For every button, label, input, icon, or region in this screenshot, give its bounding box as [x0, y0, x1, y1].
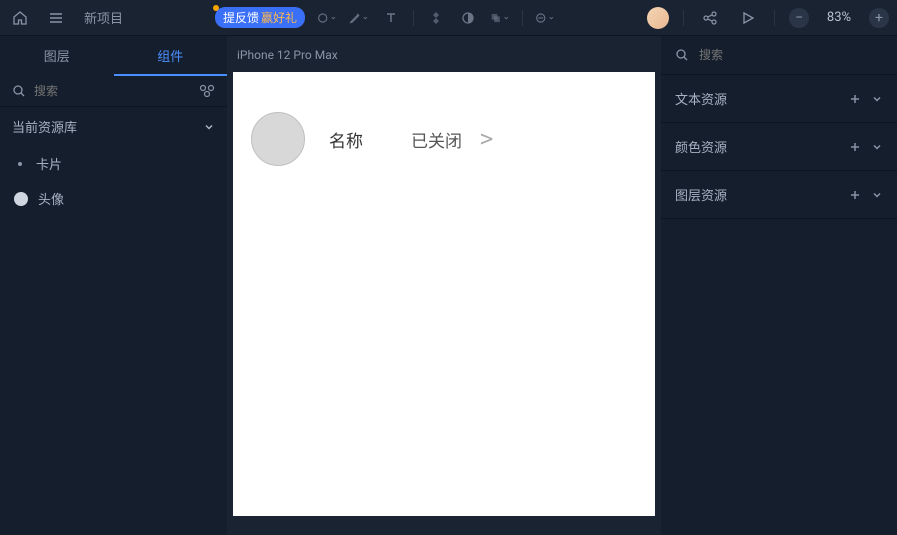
- bullet-icon: [18, 162, 22, 166]
- feedback-text: 提反馈: [223, 9, 259, 26]
- main-content: 图层 组件 当前资源库 卡片 头像 iPhone 12 Pro Max: [0, 36, 897, 535]
- chevron-down-icon[interactable]: [871, 189, 883, 201]
- shape-tool-icon[interactable]: [317, 8, 337, 28]
- feedback-gift: 赢好礼: [261, 9, 297, 26]
- resource-actions: [849, 141, 883, 153]
- canvas-device-label[interactable]: iPhone 12 Pro Max: [233, 44, 655, 72]
- tab-components[interactable]: 组件: [114, 36, 228, 76]
- tab-layers[interactable]: 图层: [0, 36, 114, 76]
- play-icon[interactable]: [736, 6, 760, 30]
- search-icon: [675, 48, 689, 62]
- component-tool-icon[interactable]: [426, 8, 446, 28]
- circle-icon: [14, 192, 28, 206]
- mask-tool-icon[interactable]: [458, 8, 478, 28]
- resource-label: 颜色资源: [675, 137, 727, 156]
- menu-icon[interactable]: [44, 6, 68, 30]
- pen-tool-icon[interactable]: [349, 8, 369, 28]
- text-tool-icon[interactable]: [381, 8, 401, 28]
- plus-icon[interactable]: [849, 93, 861, 105]
- zoom-out-button[interactable]: −: [789, 8, 809, 28]
- chevron-down-icon[interactable]: [871, 141, 883, 153]
- library-header[interactable]: 当前资源库: [0, 107, 227, 146]
- resource-label: 文本资源: [675, 89, 727, 108]
- filter-icon[interactable]: [199, 84, 215, 98]
- left-tabs: 图层 组件: [0, 36, 227, 76]
- effects-tool-icon[interactable]: [535, 8, 555, 28]
- tool-divider: [413, 10, 414, 26]
- resource-color[interactable]: 颜色资源: [661, 123, 897, 171]
- right-panel: 文本资源 颜色资源 图层资源: [661, 36, 897, 535]
- share-icon[interactable]: [698, 6, 722, 30]
- divider: [683, 10, 684, 26]
- topbar-tools: 提反馈 赢好礼: [123, 7, 647, 28]
- search-input[interactable]: [34, 84, 191, 98]
- feedback-badge[interactable]: 提反馈 赢好礼: [215, 7, 305, 28]
- canvas-area[interactable]: iPhone 12 Pro Max 名称 已关闭 >: [227, 36, 661, 535]
- zoom-level[interactable]: 83%: [823, 10, 855, 25]
- search-icon: [12, 84, 26, 98]
- left-search: [0, 76, 227, 107]
- boolean-tool-icon[interactable]: [490, 8, 510, 28]
- resource-text[interactable]: 文本资源: [661, 75, 897, 123]
- resource-actions: [849, 189, 883, 201]
- right-search: [661, 36, 897, 75]
- plus-icon[interactable]: [849, 141, 861, 153]
- chevron-down-icon[interactable]: [871, 93, 883, 105]
- card-name-label: 名称: [329, 127, 363, 152]
- component-label: 卡片: [36, 154, 62, 173]
- right-search-input[interactable]: [699, 48, 883, 62]
- resource-layer[interactable]: 图层资源: [661, 171, 897, 219]
- divider: [774, 10, 775, 26]
- card-avatar-icon: [251, 112, 305, 166]
- topbar-right: − 83% +: [647, 6, 889, 30]
- user-avatar[interactable]: [647, 7, 669, 29]
- tool-divider: [522, 10, 523, 26]
- chevron-right-icon: >: [480, 127, 493, 152]
- home-icon[interactable]: [8, 6, 32, 30]
- resource-actions: [849, 93, 883, 105]
- component-item-avatar[interactable]: 头像: [0, 181, 227, 216]
- library-title: 当前资源库: [12, 117, 77, 136]
- card-row[interactable]: 名称 已关闭 >: [251, 102, 637, 176]
- card-status-label: 已关闭: [411, 127, 462, 152]
- canvas-frame[interactable]: 名称 已关闭 >: [233, 72, 655, 516]
- component-item-card[interactable]: 卡片: [0, 146, 227, 181]
- project-name[interactable]: 新项目: [84, 8, 123, 27]
- topbar: 新项目 提反馈 赢好礼: [0, 0, 897, 36]
- topbar-left: 新项目: [8, 6, 123, 30]
- chevron-down-icon: [203, 121, 215, 133]
- component-list: 卡片 头像: [0, 146, 227, 216]
- component-label: 头像: [38, 189, 64, 208]
- zoom-in-button[interactable]: +: [869, 8, 889, 28]
- plus-icon[interactable]: [849, 189, 861, 201]
- resource-label: 图层资源: [675, 185, 727, 204]
- left-panel: 图层 组件 当前资源库 卡片 头像: [0, 36, 227, 535]
